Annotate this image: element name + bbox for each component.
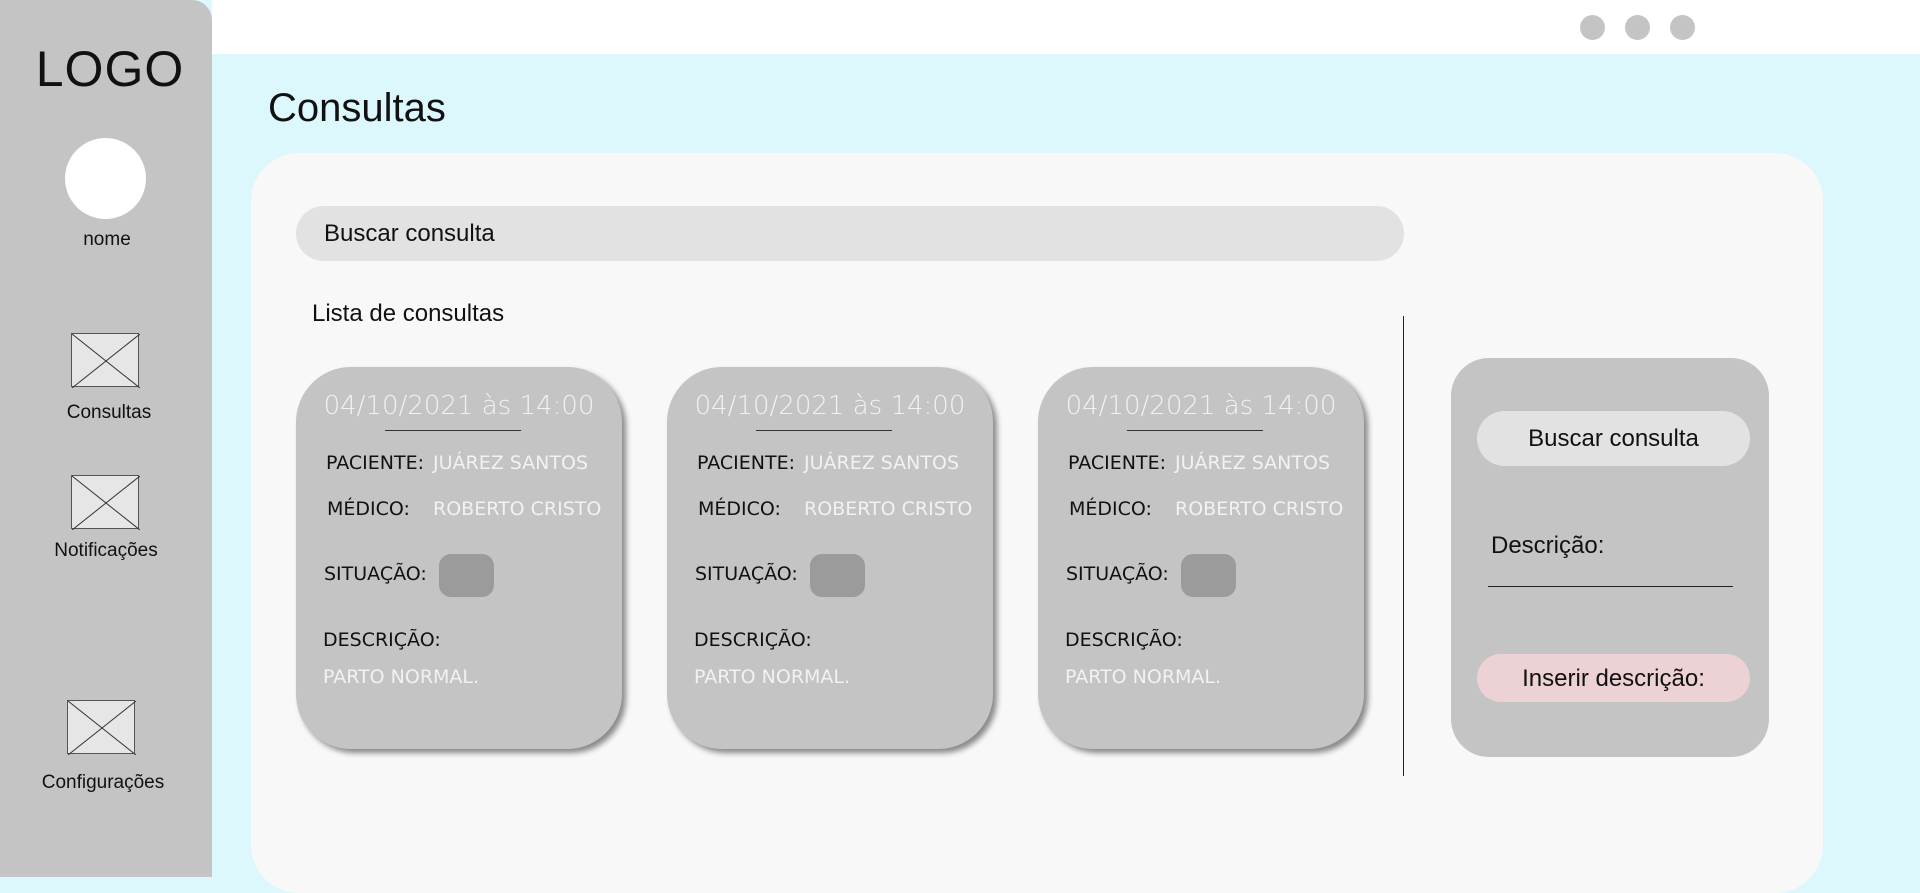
description-value: PARTO NORMAL. [323, 666, 480, 688]
detail-panel: Buscar consulta Descrição: Inserir descr… [1451, 358, 1769, 757]
doctor-value: ROBERTO CRISTO [1175, 498, 1344, 520]
doctor-label: MÉDICO: [1069, 498, 1152, 520]
page-title: Consultas [268, 86, 446, 130]
vertical-divider [1403, 316, 1404, 776]
image-placeholder-icon [67, 700, 136, 755]
description-field-label: Descrição: [1491, 532, 1605, 559]
window-dot[interactable] [1625, 15, 1650, 40]
sidebar-item-notificacoes[interactable]: Notificações [0, 475, 212, 565]
list-title: Lista de consultas [312, 300, 505, 327]
logo: LOGO [35, 41, 185, 97]
card-datetime: 04/10/2021 às 14:00 [694, 391, 966, 421]
card-datetime: 04/10/2021 às 14:00 [323, 391, 595, 421]
status-label: SITUAÇÃO: [324, 563, 427, 585]
doctor-label: MÉDICO: [698, 498, 781, 520]
patient-value: JUÁREZ SANTOS [804, 452, 960, 474]
window-dot[interactable] [1670, 15, 1695, 40]
description-label: DESCRIÇÃO: [694, 629, 812, 651]
patient-label: PACIENTE: [697, 452, 796, 474]
status-label: SITUAÇÃO: [1066, 563, 1169, 585]
divider [385, 430, 521, 431]
patient-label: PACIENTE: [1068, 452, 1167, 474]
image-placeholder-icon [71, 475, 140, 530]
panel-search-button[interactable]: Buscar consulta [1477, 411, 1750, 466]
divider [1127, 430, 1263, 431]
status-label: SITUAÇÃO: [695, 563, 798, 585]
doctor-label: MÉDICO: [327, 498, 410, 520]
sidebar-item-label: Configurações [41, 772, 165, 793]
patient-value: JUÁREZ SANTOS [1175, 452, 1331, 474]
description-label: DESCRIÇÃO: [323, 629, 441, 651]
sidebar-item-configuracoes[interactable]: Configurações [0, 700, 212, 800]
status-badge[interactable] [810, 554, 865, 597]
card-datetime: 04/10/2021 às 14:00 [1065, 391, 1337, 421]
patient-value: JUÁREZ SANTOS [433, 452, 589, 474]
doctor-value: ROBERTO CRISTO [804, 498, 973, 520]
image-placeholder-icon [71, 333, 140, 388]
window-dot[interactable] [1580, 15, 1605, 40]
sidebar-item-label: Notificações [54, 540, 158, 561]
insert-description-button[interactable]: Inserir descrição: [1477, 654, 1750, 702]
status-badge[interactable] [1181, 554, 1236, 597]
status-badge[interactable] [439, 554, 494, 597]
consultation-card[interactable]: 04/10/2021 às 14:00 PACIENTE: JUÁREZ SAN… [1038, 367, 1364, 749]
search-input[interactable]: Buscar consulta [296, 206, 1404, 261]
sidebar-item-consultas[interactable]: Consultas [0, 333, 212, 423]
patient-label: PACIENTE: [326, 452, 425, 474]
description-value: PARTO NORMAL. [1065, 666, 1222, 688]
top-bar [212, 0, 1920, 54]
description-field[interactable] [1488, 586, 1733, 587]
consultation-card[interactable]: 04/10/2021 às 14:00 PACIENTE: JUÁREZ SAN… [296, 367, 622, 749]
consultation-card[interactable]: 04/10/2021 às 14:00 PACIENTE: JUÁREZ SAN… [667, 367, 993, 749]
user-name: nome [83, 229, 131, 250]
description-label: DESCRIÇÃO: [1065, 629, 1183, 651]
sidebar: LOGO nome Consultas Notificações Configu… [0, 0, 212, 877]
avatar[interactable] [65, 138, 146, 219]
sidebar-item-label: Consultas [66, 402, 152, 423]
description-value: PARTO NORMAL. [694, 666, 851, 688]
divider [756, 430, 892, 431]
doctor-value: ROBERTO CRISTO [433, 498, 602, 520]
